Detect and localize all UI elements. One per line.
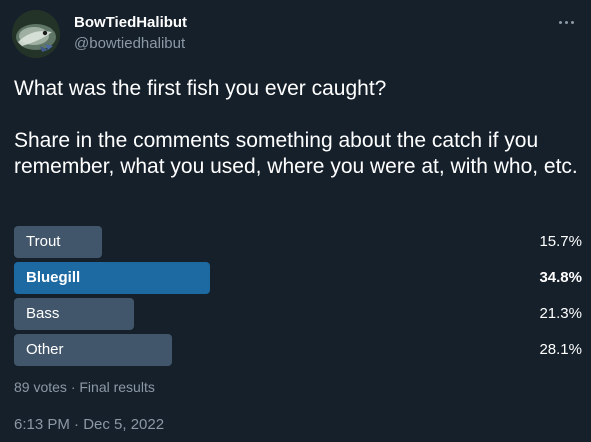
poll: Trout 15.7% Bluegill 34.8% Bass 21.3% Ot… <box>14 226 582 370</box>
author-handle[interactable]: @bowtiedhalibut <box>74 35 185 52</box>
halibut-fish-avatar-icon <box>12 10 60 58</box>
more-options-icon[interactable] <box>555 12 577 32</box>
poll-option-percent: 21.3% <box>539 305 582 322</box>
tweet-question: What was the first fish you ever caught? <box>14 77 387 100</box>
tweet-text: What was the first fish you ever caught?… <box>14 76 584 180</box>
tweet-card: BowTiedHalibut @bowtiedhalibut What was … <box>0 0 591 442</box>
poll-option-percent: 34.8% <box>539 269 582 286</box>
poll-option-label: Bluegill <box>26 269 81 286</box>
avatar[interactable] <box>12 10 60 58</box>
poll-summary: 89 votes · Final results <box>14 379 155 395</box>
poll-option: Other 28.1% <box>14 334 582 366</box>
poll-option-label: Bass <box>26 305 60 322</box>
poll-option: Bluegill 34.8% <box>14 262 582 294</box>
tweet-followup: Share in the comments something about th… <box>14 129 578 178</box>
poll-option-percent: 28.1% <box>539 341 582 358</box>
tweet-timestamp[interactable]: 6:13 PM · Dec 5, 2022 <box>14 416 164 433</box>
poll-option-percent: 15.7% <box>539 233 582 250</box>
poll-option-label: Trout <box>26 233 61 250</box>
poll-option: Trout 15.7% <box>14 226 582 258</box>
poll-option-label: Other <box>26 341 64 358</box>
author-display-name[interactable]: BowTiedHalibut <box>74 14 187 31</box>
poll-option: Bass 21.3% <box>14 298 582 330</box>
